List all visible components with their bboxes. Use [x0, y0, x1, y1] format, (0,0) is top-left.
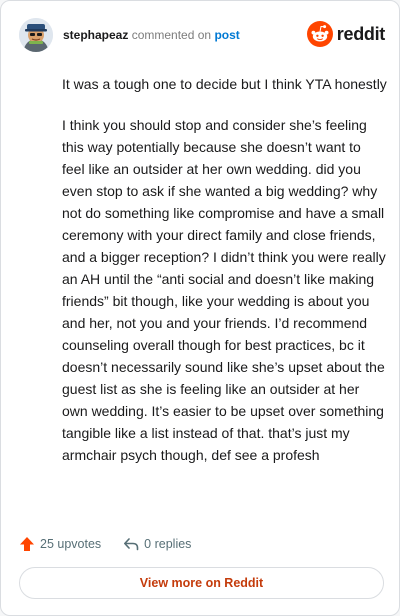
upvote-arrow-icon [20, 537, 34, 551]
avatar[interactable] [19, 18, 53, 52]
reply-arrow-icon [124, 538, 139, 551]
reddit-brand[interactable]: reddit [306, 21, 386, 47]
comment-paragraph: It was a tough one to decide but I think… [62, 76, 387, 92]
replies-count: 0 replies [144, 537, 192, 551]
reddit-snoo-icon [306, 21, 333, 47]
upvotes-count: 25 upvotes [40, 537, 102, 551]
reddit-wordmark: reddit [336, 24, 386, 44]
view-more-button[interactable]: View more on Reddit [19, 567, 384, 599]
author-username[interactable]: stephapeaz [63, 28, 128, 42]
comment-paragraph: I think you should stop and consider she… [62, 117, 386, 463]
comment-byline: stephapeaz commented on post [63, 27, 240, 43]
post-link[interactable]: post [214, 28, 239, 42]
comment-header: stephapeaz commented on post reddit [19, 17, 385, 53]
embedded-comment-card: stephapeaz commented on post reddit It w… [0, 0, 400, 616]
replies-stat[interactable]: 0 replies [123, 536, 191, 552]
comment-stats: 25 upvotes 0 replies [19, 532, 191, 556]
avatar-image [19, 18, 53, 52]
upvotes-stat[interactable]: 25 upvotes [19, 536, 101, 552]
comment-body: It was a tough one to decide but I think… [62, 73, 387, 485]
comment-action-text: commented on [131, 28, 212, 42]
